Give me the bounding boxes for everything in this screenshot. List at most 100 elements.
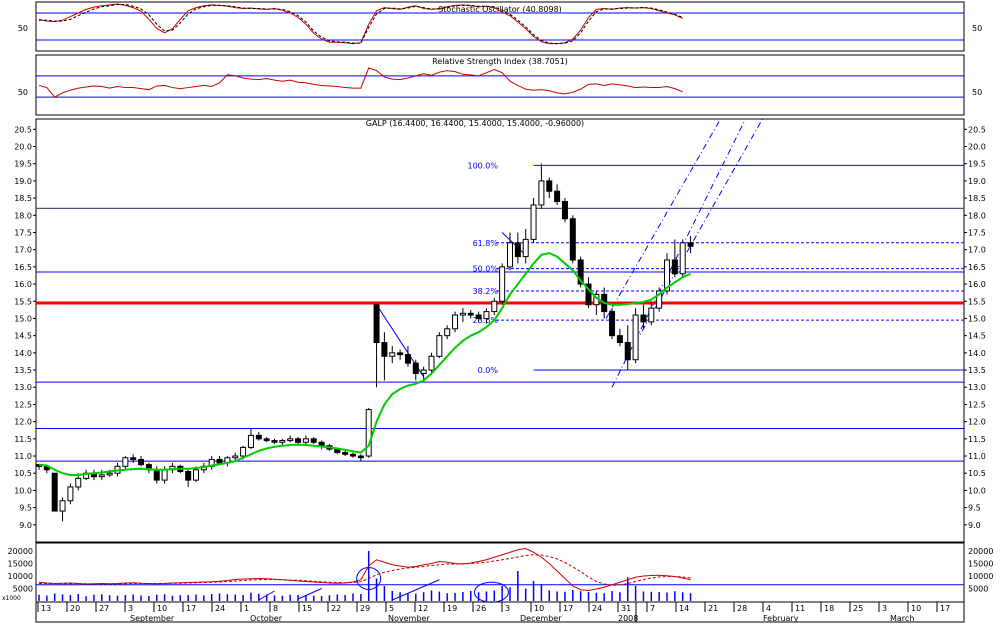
candle-body [632, 314, 639, 361]
candle-body [67, 486, 74, 502]
x-tick-label: 4 [766, 604, 771, 613]
candle-body [130, 457, 137, 460]
candle-body [436, 335, 443, 357]
price-ytick-left: 10.0 [14, 486, 32, 495]
x-tick-label: 19 [447, 604, 457, 613]
candle-body [404, 354, 411, 364]
candle-body [381, 342, 388, 357]
x-tick-label: 11 [795, 604, 805, 613]
candle-body [428, 355, 435, 371]
x-tick-label: 5 [389, 604, 394, 613]
x-tick-label: 29 [360, 604, 370, 613]
candle-body [507, 242, 513, 268]
candle-body [514, 242, 521, 258]
candle-body [138, 458, 145, 466]
candle-body [459, 312, 466, 316]
volume-ytick-left: 15000 [8, 560, 33, 569]
candle-body [491, 300, 498, 313]
x-month-label: September [130, 614, 175, 623]
price-ytick-right: 10.5 [968, 469, 986, 478]
candle-body [240, 446, 247, 457]
price-ytick-right: 15.0 [968, 314, 986, 323]
price-ytick-left: 14.0 [14, 349, 32, 358]
x-tick-label: 17 [940, 604, 950, 613]
price-ytick-left: 17.0 [14, 246, 32, 255]
volume-ytick-left: 20000 [8, 547, 33, 556]
candle-body [389, 352, 396, 357]
x-tick-label: 12 [418, 604, 428, 613]
price-ytick-left: 14.5 [14, 332, 32, 341]
candle-body [444, 328, 451, 337]
fib-level-label: 50.0% [473, 265, 499, 274]
x-tick-label: 7 [650, 604, 655, 613]
volume-ytick-right: 15000 [968, 560, 993, 569]
price-ytick-right: 12.0 [968, 418, 986, 427]
candle-body [342, 452, 349, 455]
price-ytick-right: 15.5 [968, 297, 986, 306]
price-ytick-right: 13.0 [968, 383, 986, 392]
candle-body [522, 238, 529, 258]
price-ytick-right: 17.0 [968, 246, 986, 255]
candle-body [75, 477, 82, 488]
candle-body [467, 312, 474, 316]
candle-body [279, 440, 286, 443]
x-tick-label: 25 [853, 604, 863, 613]
rsi-title: Relative Strength Index (38.7051) [432, 57, 568, 66]
price-ytick-left: 9.0 [19, 521, 32, 530]
price-ytick-left: 16.0 [14, 280, 32, 289]
x-tick-label: 31 [621, 604, 631, 613]
candle-body [357, 455, 364, 459]
price-ytick-right: 14.0 [968, 349, 986, 358]
candle-body [671, 259, 678, 275]
x-tick-label: 26 [476, 604, 486, 613]
price-ytick-left: 17.5 [14, 228, 32, 237]
volume-ytick-right: 20000 [968, 547, 993, 556]
candle-body [310, 438, 317, 443]
candle-body [350, 453, 356, 457]
candle-body [98, 474, 105, 478]
candle-body [287, 438, 294, 442]
price-ytick-right: 11.5 [968, 435, 986, 444]
price-ytick-left: 19.0 [14, 177, 32, 186]
price-ytick-left: 18.5 [14, 194, 32, 203]
price-ytick-left: 12.0 [14, 418, 32, 427]
price-ytick-right: 13.5 [968, 366, 986, 375]
x-tick-label: 20 [70, 604, 80, 613]
price-ytick-right: 9.0 [968, 521, 981, 530]
x-tick-label: 28 [737, 604, 747, 613]
x-tick-label: 1 [244, 604, 249, 613]
price-ytick-left: 13.0 [14, 383, 32, 392]
price-ytick-right: 20.0 [968, 143, 986, 152]
candle-body [106, 472, 113, 476]
price-ytick-left: 16.5 [14, 263, 32, 272]
price-ytick-left: 20.5 [14, 125, 32, 134]
price-ytick-left: 18.0 [14, 211, 32, 220]
x-tick-label: 22 [331, 604, 341, 613]
rsi-ytick-left: 50 [18, 88, 28, 97]
x-tick-label: 21 [708, 604, 718, 613]
candle-body [609, 311, 616, 337]
x-month-label: March [890, 614, 914, 623]
x-tick-label: 24 [215, 604, 225, 613]
candle-body [122, 457, 129, 467]
candle-body [51, 472, 58, 512]
candle-body [365, 409, 372, 457]
candle-body [624, 342, 631, 361]
rsi-ytick-right: 50 [972, 88, 982, 97]
candle-body [475, 314, 482, 319]
candle-body [554, 190, 561, 203]
candle-body [530, 204, 537, 240]
candle-body [452, 314, 459, 330]
x-tick-label: 8 [273, 604, 278, 613]
price-title: GALP (16.4400, 16.4400, 15.4000, 15.4000… [366, 119, 584, 128]
candle-body [420, 369, 427, 374]
x-tick-label: 27 [99, 604, 109, 613]
candle-body [153, 469, 160, 481]
x-tick-label: 10 [157, 604, 167, 613]
x-tick-label: 3 [882, 604, 887, 613]
candle-body [561, 201, 568, 220]
candle-body [483, 311, 490, 319]
price-ytick-right: 16.0 [968, 280, 986, 289]
price-ytick-right: 18.5 [968, 194, 986, 203]
candle-body [397, 352, 404, 356]
